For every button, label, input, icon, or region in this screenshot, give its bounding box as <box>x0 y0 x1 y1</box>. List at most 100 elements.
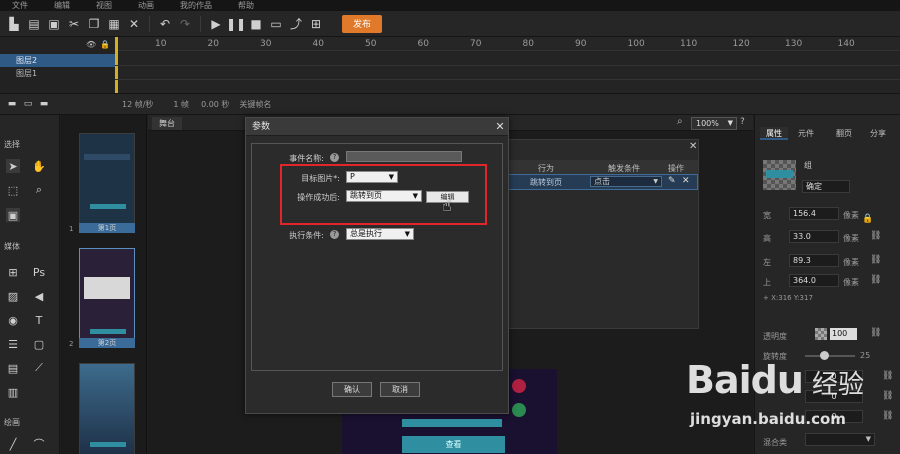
height-input[interactable]: 33.0 <box>789 230 839 243</box>
redo-icon[interactable]: ↷ <box>177 16 193 32</box>
tab-page-turn[interactable]: 翻页 <box>830 127 858 140</box>
link-icon[interactable]: ⛓ <box>870 231 881 241</box>
add-layer-icon[interactable]: ▬ <box>4 96 20 112</box>
watermark-brand-cn: 经验 <box>812 370 865 400</box>
tab-share[interactable]: 分享 <box>864 127 892 140</box>
stop-icon[interactable]: ■ <box>248 16 264 32</box>
line-icon[interactable]: ╱ <box>6 437 20 451</box>
column-header: 行为 <box>538 164 554 173</box>
pause-icon[interactable]: ❚❚ <box>226 16 246 32</box>
zoom-select[interactable]: 100% ▼ <box>691 117 737 130</box>
zoom-icon[interactable]: ⌕ <box>32 183 46 197</box>
width-input[interactable]: 156.4 <box>789 207 839 220</box>
fullscreen-icon[interactable]: ⊞ <box>308 16 324 32</box>
link-icon[interactable]: ⛓ <box>870 255 881 265</box>
event-name-input[interactable] <box>346 151 462 162</box>
height-unit: 像素 <box>843 234 859 243</box>
ps-icon[interactable]: Ps <box>32 265 46 279</box>
ok-button[interactable]: 确认 <box>332 382 372 397</box>
timeline-tracks[interactable] <box>115 51 900 93</box>
behavior-table-header: 行为 触发条件 操作 <box>491 160 698 174</box>
text-icon[interactable]: T <box>32 313 46 327</box>
copy-icon[interactable]: ❐ <box>86 16 102 32</box>
tab-components[interactable]: 元件 <box>792 127 820 140</box>
save-icon[interactable]: ▣ <box>46 16 62 32</box>
menu-view[interactable]: 视图 <box>96 0 112 11</box>
play-icon[interactable]: ▶ <box>208 16 224 32</box>
chevron-down-icon: ▼ <box>404 230 410 238</box>
delete-layer-icon[interactable]: ▭ <box>20 96 36 112</box>
publish-button[interactable]: 发布 <box>342 14 382 33</box>
menu-animation[interactable]: 动画 <box>138 0 154 11</box>
behavior-row[interactable]: 跳转到页 点击 ▼ ✎ ✕ <box>491 174 698 190</box>
top-input[interactable]: 364.0 <box>789 274 839 287</box>
visibility-icon[interactable]: 👁 <box>86 40 96 49</box>
new-file-icon[interactable]: ▙ <box>6 16 22 32</box>
page-thumbnail-2[interactable] <box>79 248 135 343</box>
layer-row[interactable]: 图层1 <box>0 67 115 80</box>
transform-icon[interactable]: ⬚ <box>6 183 20 197</box>
opacity-select[interactable]: 100 <box>830 328 857 340</box>
close-icon[interactable]: ✕ <box>689 141 697 152</box>
page-thumbnail-3[interactable] <box>79 363 135 454</box>
video-icon[interactable]: ◉ <box>6 313 20 327</box>
export-icon[interactable]: ⤴ <box>288 16 304 32</box>
coords-readout: + X:316 Y:317 <box>763 294 813 302</box>
link-icon[interactable]: ⛓ <box>870 275 881 285</box>
grid-icon[interactable]: ⊞ <box>6 265 20 279</box>
tab-stage[interactable]: 舞台 <box>152 117 182 130</box>
form-icon[interactable]: ▤ <box>6 361 20 375</box>
help-icon[interactable]: ? <box>740 117 745 127</box>
rotate-slider-track[interactable] <box>805 355 855 357</box>
barcode-icon[interactable]: ▥ <box>6 385 20 399</box>
section-draw-header: 绘画 <box>4 418 20 427</box>
cut-icon[interactable]: ✂ <box>66 16 82 32</box>
help-icon[interactable]: ? <box>330 153 339 162</box>
menu-edit[interactable]: 编辑 <box>54 0 70 11</box>
preview-icon[interactable]: ▭ <box>268 16 284 32</box>
zoom-value: 100% <box>696 119 719 128</box>
opacity-value: 100 <box>832 329 848 338</box>
condition-select[interactable]: 总是执行 ▼ <box>346 228 414 240</box>
menu-my-works[interactable]: 我的作品 <box>180 0 212 11</box>
page-label[interactable]: 第1页 <box>79 223 135 233</box>
pages-panel: 第1页 1 第2页 2 <box>61 115 147 454</box>
tool-panel: 选择 ➤ ✋ ⬚ ⌕ ▣ 媒体 ⊞ Ps ▨ ◀ ◉ T ☰ ▢ ▤ ⟋ ▥ 绘… <box>0 115 60 454</box>
chart-icon[interactable]: ⟋ <box>32 361 46 375</box>
curve-icon[interactable]: ⌒ <box>32 437 46 451</box>
cancel-button[interactable]: 取消 <box>380 382 420 397</box>
close-icon[interactable]: ✕ <box>494 120 506 133</box>
lock-icon[interactable]: 🔒 <box>100 40 110 49</box>
menu-help[interactable]: 帮助 <box>238 0 254 11</box>
paste-icon[interactable]: ▦ <box>106 16 122 32</box>
comment-icon[interactable]: ▢ <box>32 337 46 351</box>
menu-file[interactable]: 文件 <box>12 0 28 11</box>
open-file-icon[interactable]: ▤ <box>26 16 42 32</box>
layer-name: 图层1 <box>16 69 38 78</box>
search-icon[interactable]: ⌕ <box>677 116 683 127</box>
link-icon[interactable]: ⛓ <box>870 328 881 338</box>
stage-view-button[interactable]: 查看 <box>402 436 505 453</box>
audio-icon[interactable]: ◀ <box>32 289 46 303</box>
playhead-marker[interactable] <box>115 37 118 51</box>
trigger-select[interactable]: 点击 ▼ <box>590 176 662 187</box>
help-icon[interactable]: ? <box>330 230 339 239</box>
timeline-ruler[interactable]: 10 20 30 40 50 60 70 80 90 100 110 120 130 140 <box>115 37 900 51</box>
edit-pencil-icon[interactable]: ✎ <box>668 176 676 186</box>
delete-icon[interactable]: ✕ <box>682 176 690 186</box>
lock-ratio-icon[interactable]: 🔒 <box>862 214 873 224</box>
delete-icon[interactable]: ✕ <box>126 16 142 32</box>
page-label[interactable]: 第2页 <box>79 338 135 348</box>
left-input[interactable]: 89.3 <box>789 254 839 267</box>
layer-row[interactable]: 图层2 <box>0 54 115 67</box>
tab-properties[interactable]: 属性 <box>760 127 788 140</box>
list-icon[interactable]: ☰ <box>6 337 20 351</box>
frame-tool-icon[interactable]: ▣ <box>6 208 20 222</box>
hand-icon[interactable]: ✋ <box>32 159 46 173</box>
folder-icon[interactable]: ▬ <box>36 96 52 112</box>
select-arrow-icon[interactable]: ➤ <box>6 159 20 173</box>
image-icon[interactable]: ▨ <box>6 289 20 303</box>
undo-icon[interactable]: ↶ <box>157 16 173 32</box>
page-thumbnail-1[interactable] <box>79 133 135 228</box>
element-text-field[interactable]: 确定 <box>802 180 850 193</box>
